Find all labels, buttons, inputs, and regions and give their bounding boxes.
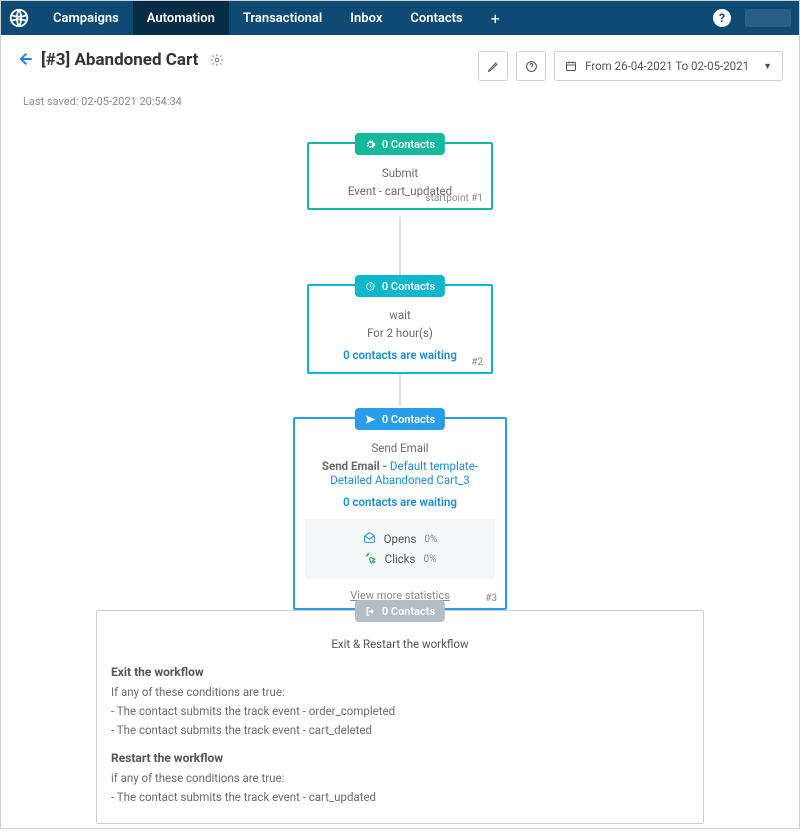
brand-logo[interactable]	[5, 4, 33, 32]
clock-icon	[365, 281, 376, 292]
header-help-button[interactable]	[516, 51, 546, 81]
node-subtitle: Send Email - Default template-Detailed A…	[305, 459, 495, 487]
node-title: Send Email	[305, 441, 495, 455]
node-badge: 0 Contacts	[355, 408, 445, 430]
top-nav: Campaigns Automation Transactional Inbox…	[1, 1, 799, 35]
exit-condition: - The contact submits the track event - …	[111, 704, 689, 718]
node-badge: 0 Contacts	[355, 600, 445, 622]
exit-heading: Exit the workflow	[111, 665, 689, 679]
exit-icon	[365, 606, 376, 617]
connector	[400, 258, 401, 268]
chevron-down-icon: ▼	[763, 61, 772, 72]
exit-conditions-intro: If any of these conditions are true:	[111, 685, 689, 699]
node-title: wait	[319, 308, 481, 322]
last-saved-label: Last saved: 02-05-2021 20:54:34	[23, 95, 799, 108]
clicks-value: 0%	[423, 554, 436, 565]
exit-condition: - The contact submits the track event - …	[111, 723, 689, 737]
nav-campaigns[interactable]: Campaigns	[39, 1, 133, 35]
nav-contacts[interactable]: Contacts	[396, 1, 476, 35]
node-startpoint[interactable]: 0 Contacts Submit Event - cart_updated s…	[307, 142, 493, 210]
send-icon	[365, 414, 376, 425]
back-arrow-icon[interactable]	[17, 51, 33, 70]
restart-conditions-intro: if any of these conditions are true:	[111, 771, 689, 785]
nav-add[interactable]: +	[477, 1, 514, 35]
node-title: Exit & Restart the workflow	[111, 637, 689, 651]
node-send-email[interactable]: 0 Contacts Send Email Send Email - Defau…	[293, 417, 507, 610]
nav-inbox[interactable]: Inbox	[336, 1, 396, 35]
page-title: [#3] Abandoned Cart	[41, 50, 198, 70]
edit-button[interactable]	[478, 51, 508, 81]
date-range-label: From 26-04-2021 To 02-05-2021	[585, 59, 749, 73]
email-stats: Opens 0% Clicks 0%	[305, 519, 495, 579]
node-tag: #2	[471, 357, 483, 368]
restart-condition: - The contact submits the track event - …	[111, 790, 689, 804]
node-subtitle: For 2 hour(s)	[319, 326, 481, 340]
workflow-canvas: 0 Contacts Submit Event - cart_updated s…	[13, 132, 787, 832]
node-tag: #3	[485, 593, 497, 604]
opens-value: 0%	[424, 534, 437, 545]
nav-transactional[interactable]: Transactional	[229, 1, 336, 35]
date-range-picker[interactable]: From 26-04-2021 To 02-05-2021 ▼	[554, 51, 783, 81]
calendar-icon	[565, 60, 577, 72]
nav-automation[interactable]: Automation	[133, 1, 229, 35]
envelope-open-icon	[363, 531, 376, 547]
page-header: [#3] Abandoned Cart From 26-04-2021 To 0…	[1, 35, 799, 87]
node-badge: 0 Contacts	[355, 133, 445, 155]
contacts-waiting-link[interactable]: 0 contacts are waiting	[343, 348, 457, 362]
opens-label: Opens	[384, 532, 417, 546]
node-wait[interactable]: 0 Contacts wait For 2 hour(s) 0 contacts…	[307, 284, 493, 374]
node-title: Submit	[319, 166, 481, 180]
cursor-click-icon	[364, 551, 377, 567]
account-menu[interactable]	[745, 9, 791, 27]
contacts-waiting-link[interactable]: 0 contacts are waiting	[343, 495, 457, 509]
restart-heading: Restart the workflow	[111, 751, 689, 765]
gear-icon	[365, 139, 376, 150]
node-tag: startpoint #1	[425, 193, 483, 204]
gear-icon[interactable]	[206, 49, 228, 71]
node-exit-restart[interactable]: 0 Contacts Exit & Restart the workflow E…	[96, 610, 704, 824]
help-icon[interactable]: ?	[713, 9, 731, 27]
clicks-label: Clicks	[385, 552, 416, 566]
node-badge: 0 Contacts	[355, 275, 445, 297]
